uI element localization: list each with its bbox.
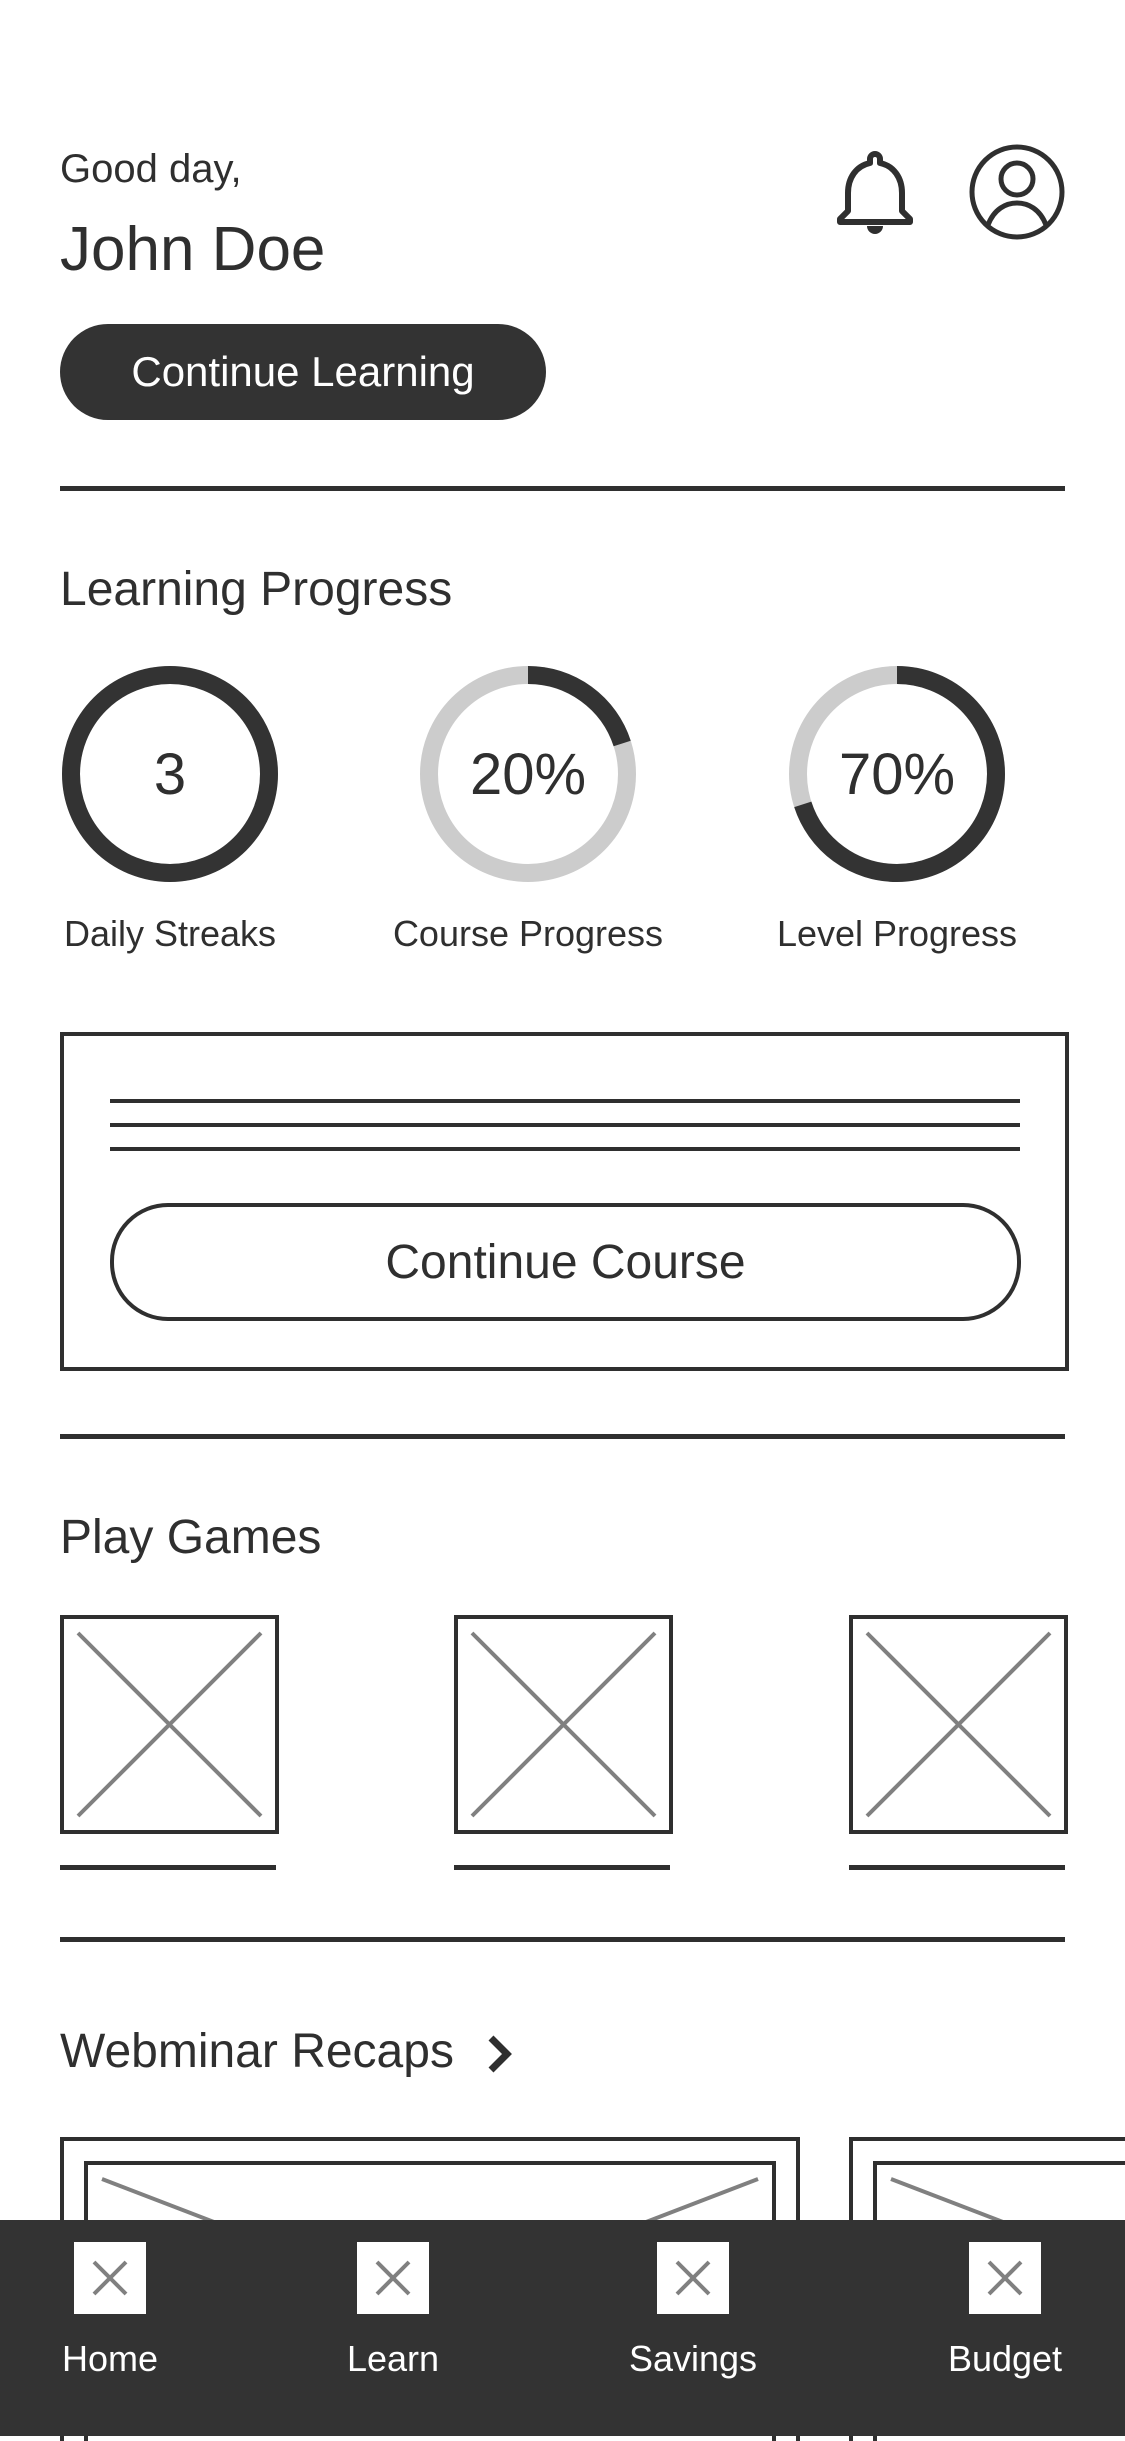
progress-ring-course: 20% <box>418 664 638 889</box>
bottom-navigation: Home Learn Savings Budget <box>0 2220 1125 2436</box>
home-icon <box>74 2242 146 2314</box>
continue-course-button[interactable]: Continue Course <box>110 1203 1021 1321</box>
nav-label: Home <box>61 2338 159 2379</box>
text-placeholder-line <box>110 1147 1020 1151</box>
chevron-right-icon[interactable] <box>485 2032 515 2076</box>
progress-value: 20% <box>469 741 587 807</box>
progress-ring-level: 70% <box>787 664 1007 889</box>
game-title-placeholder <box>849 1865 1065 1870</box>
section-divider <box>60 486 1065 491</box>
text-placeholder-line <box>110 1123 1020 1127</box>
budget-icon <box>969 2242 1041 2314</box>
nav-learn[interactable]: Learn <box>293 2242 493 2380</box>
game-thumbnail[interactable] <box>849 1615 1068 1834</box>
text-placeholder-line <box>110 1099 1020 1103</box>
nav-label: Budget <box>947 2338 1063 2379</box>
nav-home[interactable]: Home <box>10 2242 210 2380</box>
continue-learning-button[interactable]: Continue Learning <box>60 324 546 420</box>
game-thumbnail[interactable] <box>60 1615 279 1834</box>
section-divider <box>60 1434 1065 1439</box>
user-name: John Doe <box>60 215 326 284</box>
learn-icon <box>357 2242 429 2314</box>
nav-budget[interactable]: Budget <box>905 2242 1105 2380</box>
progress-label: Level Progress <box>776 913 1018 954</box>
game-title-placeholder <box>60 1865 276 1870</box>
progress-value: 70% <box>838 741 956 807</box>
bell-icon[interactable] <box>835 150 915 236</box>
course-card: Continue Course <box>60 1032 1069 1371</box>
game-thumbnail[interactable] <box>454 1615 673 1834</box>
play-games-title: Play Games <box>60 1511 322 1564</box>
progress-value: 3 <box>153 741 187 807</box>
learning-progress-title: Learning Progress <box>60 563 453 616</box>
progress-ring-daily-streaks: 3 <box>60 664 280 889</box>
nav-label: Learn <box>346 2338 440 2379</box>
section-divider <box>60 1937 1065 1942</box>
greeting-text: Good day, <box>60 147 242 191</box>
progress-label: Course Progress <box>392 913 664 954</box>
savings-icon <box>657 2242 729 2314</box>
nav-label: Savings <box>628 2338 758 2379</box>
game-title-placeholder <box>454 1865 670 1870</box>
profile-icon[interactable] <box>968 143 1066 241</box>
webinar-recaps-title[interactable]: Webminar Recaps <box>60 2024 454 2079</box>
nav-savings[interactable]: Savings <box>593 2242 793 2380</box>
progress-label: Daily Streaks <box>63 913 277 954</box>
